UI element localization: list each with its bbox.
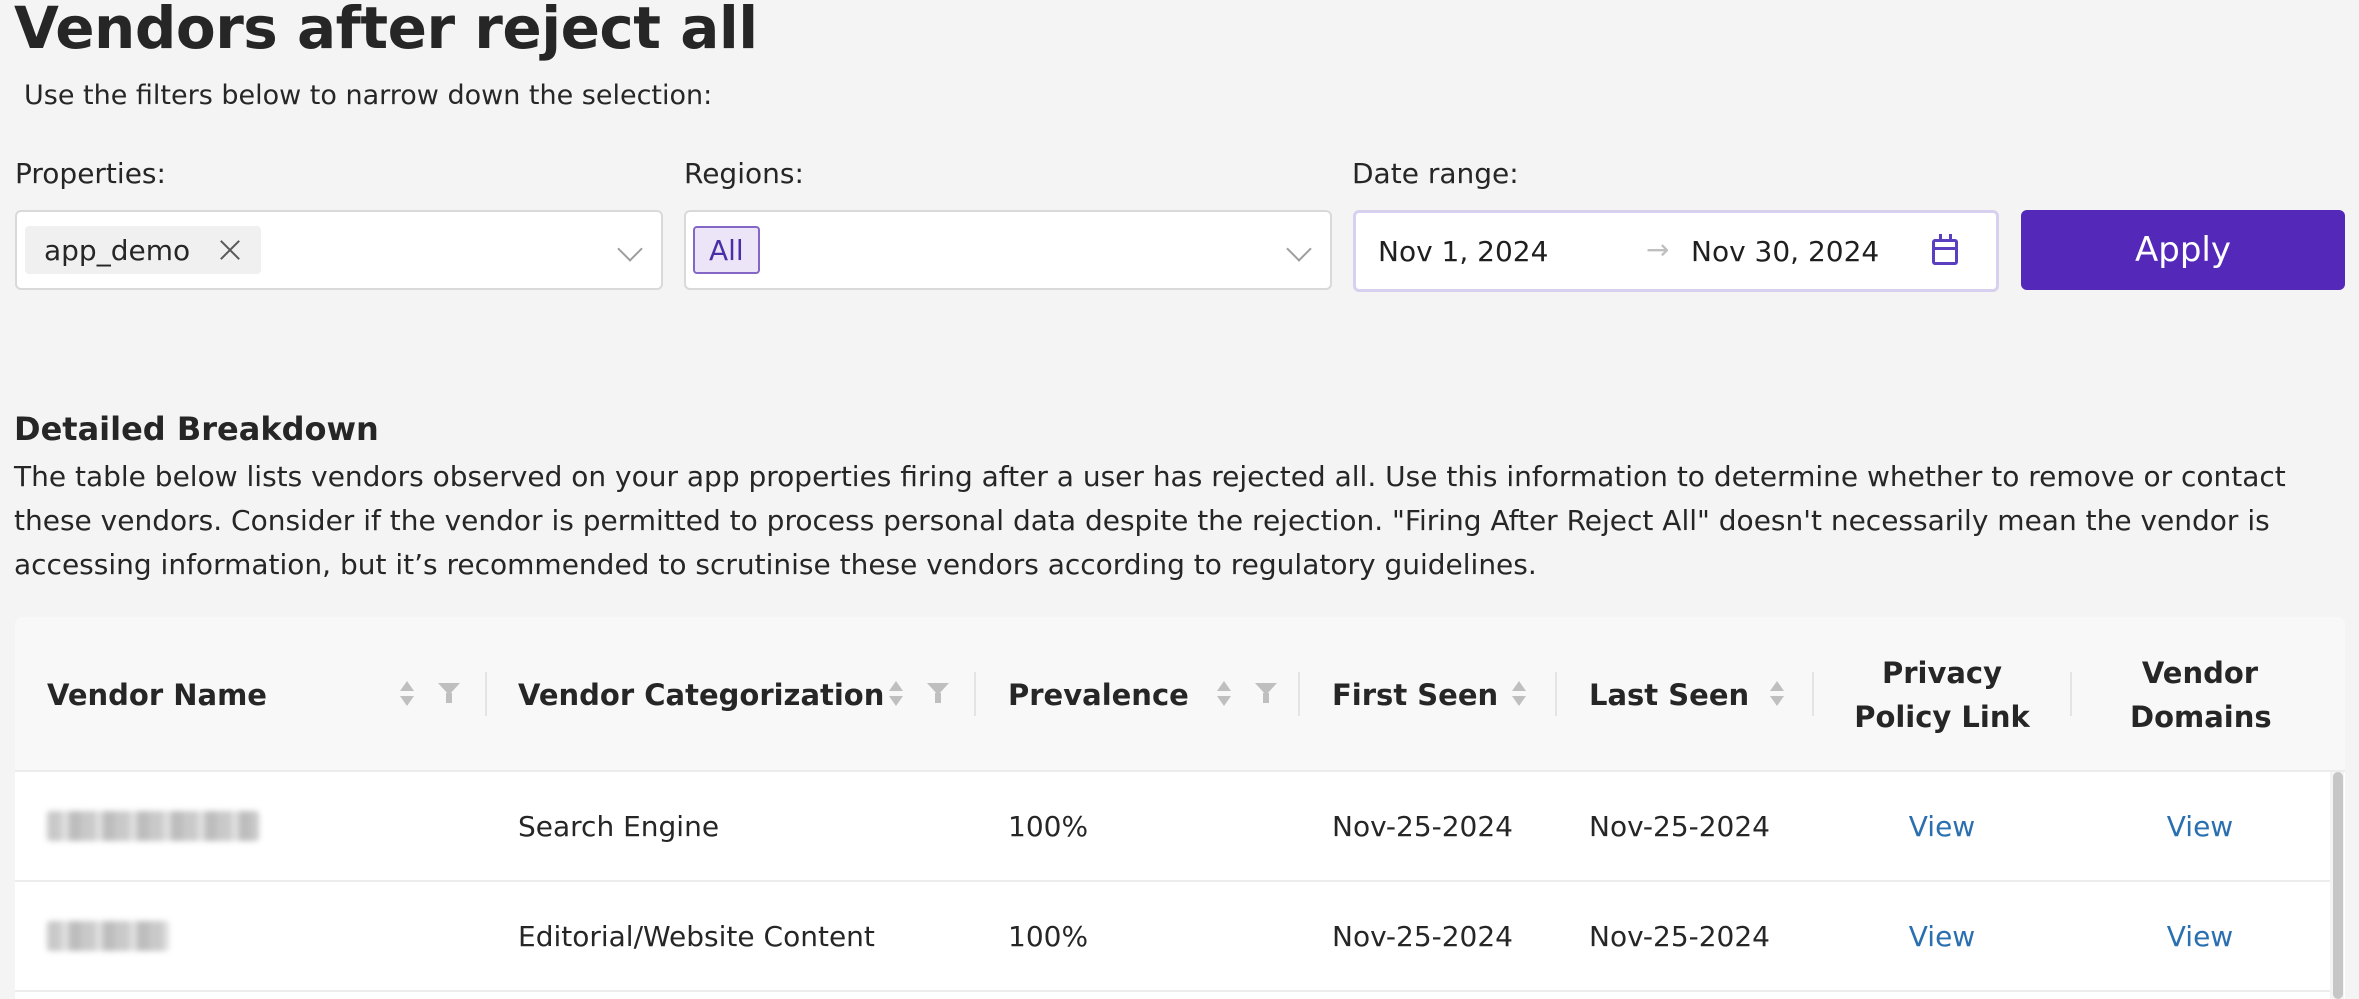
table-header: Vendor Name Vendor Categorization Preval… <box>15 617 2345 772</box>
sort-icon[interactable] <box>888 681 904 709</box>
vendor-categorization-cell: Editorial/Website Content <box>518 919 875 953</box>
column-header-prevalence[interactable]: Prevalence <box>1008 617 1189 772</box>
column-header-vendor-name[interactable]: Vendor Name <box>47 617 267 772</box>
page-subtitle: Use the filters below to narrow down the… <box>24 80 713 111</box>
vendor-domains-cell: View <box>2072 882 2328 990</box>
apply-button[interactable]: Apply <box>2021 210 2345 290</box>
filter-icon[interactable] <box>927 683 949 705</box>
filter-icon[interactable] <box>1255 683 1277 705</box>
chevron-down-icon[interactable] <box>617 236 643 262</box>
column-header-last-seen[interactable]: Last Seen <box>1589 617 1749 772</box>
column-header-vendor-domains: Vendor Domains <box>2130 655 2272 734</box>
vendor-domains-view-link[interactable]: View <box>2167 920 2233 953</box>
prevalence-cell: 100% <box>1008 809 1089 843</box>
column-divider <box>485 672 487 716</box>
vendor-categorization-cell: Search Engine <box>518 809 720 843</box>
privacy-policy-cell: View <box>1814 772 2070 880</box>
table-row: Search Engine 100% Nov-25-2024 Nov-25-20… <box>15 772 2330 882</box>
regions-select[interactable]: All <box>684 210 1332 290</box>
column-divider <box>1555 672 1557 716</box>
privacy-policy-view-link[interactable]: View <box>1909 810 1975 843</box>
chevron-down-icon[interactable] <box>1286 236 1312 262</box>
last-seen-cell: Nov-25-2024 <box>1589 809 1770 843</box>
table-scrollbar[interactable] <box>2330 772 2344 999</box>
first-seen-cell: Nov-25-2024 <box>1332 809 1513 843</box>
first-seen-cell: Nov-25-2024 <box>1332 919 1513 953</box>
arrow-right-icon: → <box>1646 233 1670 266</box>
last-seen-cell: Nov-25-2024 <box>1589 919 1770 953</box>
date-start-input[interactable]: Nov 1, 2024 <box>1378 235 1548 268</box>
properties-label: Properties: <box>15 157 166 190</box>
breakdown-description: The table below lists vendors observed o… <box>14 460 2286 581</box>
calendar-icon[interactable] <box>1932 234 1958 265</box>
breakdown-title: Detailed Breakdown <box>14 410 379 448</box>
regions-tag-label: All <box>709 233 744 267</box>
privacy-policy-view-link[interactable]: View <box>1909 920 1975 953</box>
privacy-policy-cell: View <box>1814 882 2070 990</box>
column-header-vendor-categorization[interactable]: Vendor Categorization <box>518 617 884 772</box>
column-header-privacy-policy-link: Privacy Policy Link <box>1854 655 2030 734</box>
sort-icon[interactable] <box>1769 681 1785 709</box>
properties-select[interactable]: app_demo <box>15 210 663 290</box>
column-header-first-seen[interactable]: First Seen <box>1332 617 1498 772</box>
properties-tag-label: app_demo <box>44 233 191 267</box>
regions-label: Regions: <box>684 157 804 190</box>
properties-tag: app_demo <box>25 226 262 274</box>
filter-icon[interactable] <box>438 683 460 705</box>
vendor-name-redacted <box>47 772 259 880</box>
table-row: Editorial/Website Content 100% Nov-25-20… <box>15 882 2330 992</box>
sort-icon[interactable] <box>1511 681 1527 709</box>
vendors-table: Vendor Name Vendor Categorization Preval… <box>15 617 2345 999</box>
sort-icon[interactable] <box>399 681 415 709</box>
column-divider <box>1298 672 1300 716</box>
prevalence-cell: 100% <box>1008 919 1089 953</box>
date-range-picker[interactable]: Nov 1, 2024 → Nov 30, 2024 <box>1353 210 1999 292</box>
regions-tag: All <box>693 226 760 274</box>
column-divider <box>974 672 976 716</box>
vendor-domains-cell: View <box>2072 772 2328 880</box>
date-range-label: Date range: <box>1352 157 1519 190</box>
close-icon[interactable] <box>218 238 242 262</box>
scrollbar-thumb[interactable] <box>2333 772 2343 999</box>
sort-icon[interactable] <box>1216 681 1232 709</box>
date-end-input[interactable]: Nov 30, 2024 <box>1691 235 1879 268</box>
vendor-name-redacted <box>47 882 169 990</box>
vendor-domains-view-link[interactable]: View <box>2167 810 2233 843</box>
page-title: Vendors after reject all <box>14 0 758 62</box>
